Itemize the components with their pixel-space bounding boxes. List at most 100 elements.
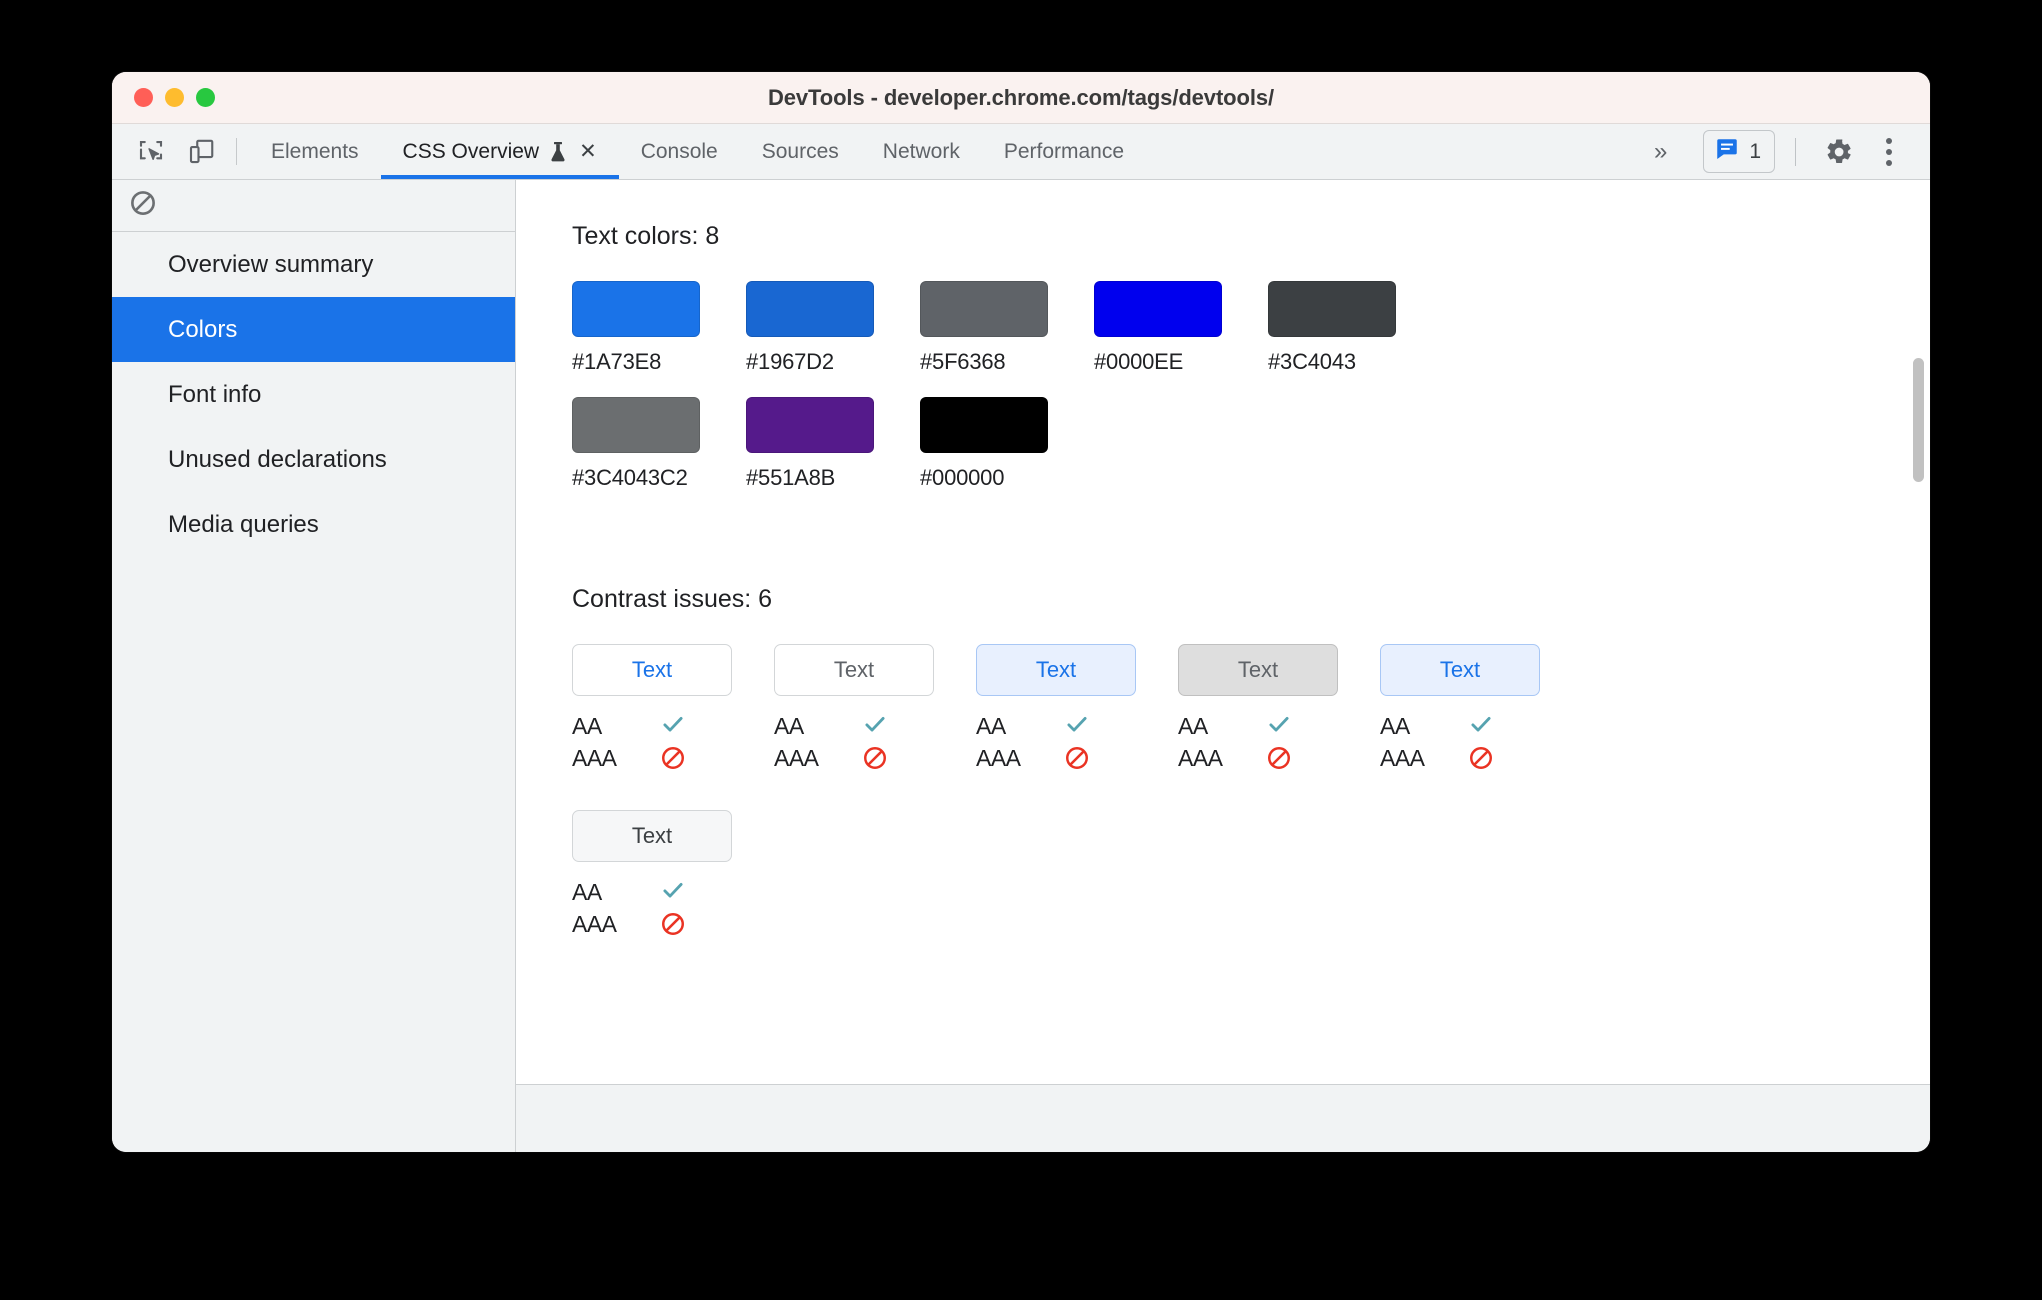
checkmark-icon xyxy=(1266,711,1292,741)
color-swatch[interactable] xyxy=(1268,281,1396,337)
gear-icon[interactable] xyxy=(1816,129,1862,175)
color-swatch-label: #1A73E8 xyxy=(572,349,662,374)
color-swatch-cell[interactable]: #0000EE xyxy=(1094,281,1268,375)
contrast-rating-label: AAA xyxy=(1178,744,1223,771)
contrast-sample-chip[interactable]: Text xyxy=(572,810,732,862)
contrast-sample-chip[interactable]: Text xyxy=(572,644,732,696)
sidebar-item-font-info[interactable]: Font info xyxy=(112,362,515,427)
maximize-window-button[interactable] xyxy=(196,88,215,107)
color-swatch[interactable] xyxy=(920,281,1048,337)
contrast-issue-card[interactable]: Text AA AAA xyxy=(774,644,976,774)
close-window-button[interactable] xyxy=(134,88,153,107)
color-swatch[interactable] xyxy=(920,397,1048,453)
minimize-window-button[interactable] xyxy=(165,88,184,107)
sidebar-item-colors[interactable]: Colors xyxy=(112,297,515,362)
color-swatch-cell[interactable]: #3C4043C2 xyxy=(572,397,746,491)
color-swatch-cell[interactable]: #1967D2 xyxy=(746,281,920,375)
contrast-rating-row: AA xyxy=(572,876,774,908)
color-swatch-cell[interactable]: #000000 xyxy=(920,397,1094,491)
tab-performance[interactable]: Performance xyxy=(982,124,1146,179)
contrast-issue-card[interactable]: Text AA AAA xyxy=(1380,644,1582,774)
contrast-sample-text: Text xyxy=(1237,657,1279,682)
contrast-sample-text: Text xyxy=(631,823,673,848)
tab-sources[interactable]: Sources xyxy=(740,124,861,179)
contrast-rating-label: AAA xyxy=(572,910,617,937)
contrast-sample-chip[interactable]: Text xyxy=(1380,644,1540,696)
sidebar-item-unused-declarations[interactable]: Unused declarations xyxy=(112,427,515,492)
contrast-issue-card[interactable]: Text AA AAA xyxy=(572,810,774,940)
contrast-sample-chip[interactable]: Text xyxy=(1178,644,1338,696)
contrast-ratings: AA AAA xyxy=(1178,710,1380,774)
tab-label: Elements xyxy=(271,139,359,163)
devtools-window: DevTools - developer.chrome.com/tags/dev… xyxy=(112,72,1930,1152)
more-vertical-icon[interactable] xyxy=(1866,129,1912,175)
css-overview-colors-panel: Text colors: 8 #1A73E8 #1967D2 #5F6368 #000… xyxy=(516,180,1930,1084)
block-clear-icon[interactable] xyxy=(128,188,158,223)
color-swatch-label: #3C4043 xyxy=(1268,349,1356,374)
tab-console[interactable]: Console xyxy=(619,124,740,179)
sidebar-item-label: Colors xyxy=(168,315,238,343)
contrast-rating-row: AA xyxy=(572,710,774,742)
tab-css-overview[interactable]: CSS Overview ✕ xyxy=(380,124,619,179)
contrast-sample-chip[interactable]: Text xyxy=(774,644,934,696)
sidebar-item-media-queries[interactable]: Media queries xyxy=(112,492,515,557)
checkmark-icon xyxy=(660,877,686,907)
device-toolbar-icon[interactable] xyxy=(176,124,226,179)
contrast-rating-row: AA xyxy=(1380,710,1582,742)
css-overview-sidebar: Overview summary Colors Font info Unused… xyxy=(112,180,516,1152)
color-swatch-cell[interactable]: #1A73E8 xyxy=(572,281,746,375)
contrast-ratings: AA AAA xyxy=(1380,710,1582,774)
window-title-bar: DevTools - developer.chrome.com/tags/dev… xyxy=(112,72,1930,124)
color-swatch[interactable] xyxy=(746,397,874,453)
tab-label: Performance xyxy=(1003,139,1125,163)
color-swatch-cell[interactable]: #5F6368 xyxy=(920,281,1094,375)
inspect-element-icon[interactable] xyxy=(126,124,176,179)
color-swatch-label: #0000EE xyxy=(1094,349,1184,374)
tab-network[interactable]: Network xyxy=(861,124,982,179)
close-tab-button[interactable]: ✕ xyxy=(579,141,597,162)
scrollbar-thumb[interactable] xyxy=(1913,358,1924,482)
window-controls xyxy=(134,88,215,107)
color-swatch[interactable] xyxy=(1094,281,1222,337)
sidebar-item-label: Media queries xyxy=(168,510,319,538)
issues-message-icon xyxy=(1714,136,1740,167)
color-swatch[interactable] xyxy=(746,281,874,337)
checkmark-icon xyxy=(660,711,686,741)
issues-button[interactable]: 1 xyxy=(1703,130,1775,173)
checkmark-icon xyxy=(862,711,888,741)
color-swatch[interactable] xyxy=(572,397,700,453)
tab-label: Network xyxy=(882,139,960,163)
color-swatch[interactable] xyxy=(572,281,700,337)
issues-count: 1 xyxy=(1749,139,1761,163)
contrast-issue-card[interactable]: Text AA AAA xyxy=(1178,644,1380,774)
contrast-issue-card[interactable]: Text AA AAA xyxy=(976,644,1178,774)
toolbar-divider-right xyxy=(1795,137,1796,166)
contrast-sample-chip[interactable]: Text xyxy=(976,644,1136,696)
tab-label: CSS Overview xyxy=(402,139,540,163)
blocked-icon xyxy=(862,745,888,771)
more-tabs-icon[interactable]: » xyxy=(1634,138,1687,166)
color-swatch-label: #3C4043C2 xyxy=(572,465,688,490)
contrast-rating-label: AA xyxy=(1178,712,1208,739)
blocked-icon xyxy=(660,745,686,771)
contrast-rating-row: AAA xyxy=(1178,742,1380,774)
devtools-body: Overview summary Colors Font info Unused… xyxy=(112,180,1930,1152)
color-swatch-cell[interactable]: #551A8B xyxy=(746,397,920,491)
checkmark-icon xyxy=(1468,711,1494,741)
flask-icon xyxy=(547,140,569,164)
tab-label: Console xyxy=(640,139,718,163)
sidebar-item-overview-summary[interactable]: Overview summary xyxy=(112,232,515,297)
color-swatch-cell[interactable]: #3C4043 xyxy=(1268,281,1442,375)
tab-elements[interactable]: Elements xyxy=(249,124,381,179)
tab-label: Sources xyxy=(761,139,839,163)
css-overview-content-wrap: Text colors: 8 #1A73E8 #1967D2 #5F6368 #000… xyxy=(516,180,1930,1152)
content-scrollbar[interactable] xyxy=(1910,180,1926,1084)
contrast-rating-label: AAA xyxy=(1380,744,1425,771)
contrast-sample-text: Text xyxy=(833,657,875,682)
contrast-rating-row: AAA xyxy=(572,742,774,774)
contrast-issue-card[interactable]: Text AA AAA xyxy=(572,644,774,774)
blocked-icon xyxy=(1064,745,1090,771)
checkmark-icon xyxy=(1064,711,1090,741)
contrast-rating-label: AA xyxy=(976,712,1006,739)
contrast-issues-heading: Contrast issues: 6 xyxy=(572,585,773,613)
